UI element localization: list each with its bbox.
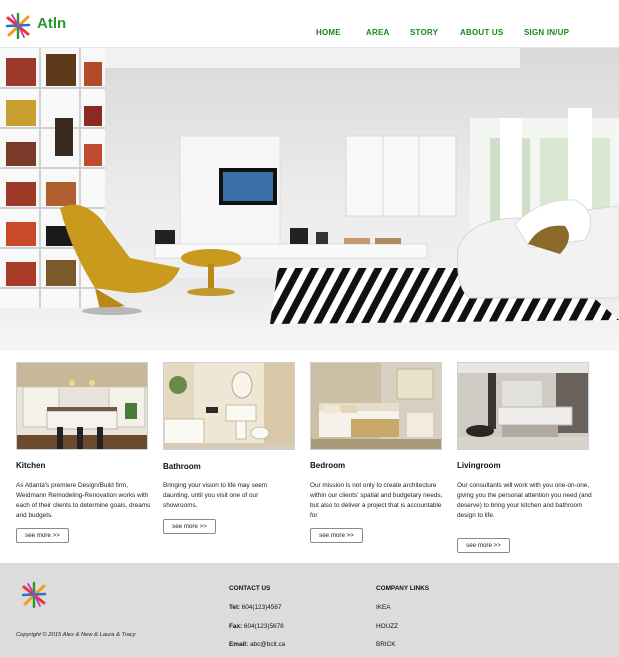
kitchen-see-more-button[interactable]: see more >> [16, 528, 69, 543]
bathroom-illustration [164, 363, 294, 449]
kitchen-illustration [17, 363, 147, 449]
nav-about-us[interactable]: ABOUT US [460, 28, 503, 37]
contact-email: Email: abc@bcit.ca [229, 641, 285, 648]
site-footer: Copyright © 2015 Alex & New & Laura & Tr… [0, 563, 619, 657]
tel-label: Tel: [229, 604, 240, 611]
email-value[interactable]: abc@bcit.ca [250, 641, 285, 648]
link-ikea[interactable]: IKEA [376, 604, 391, 611]
email-label: Email: [229, 641, 249, 648]
bedroom-see-more-button[interactable]: see more >> [310, 528, 363, 543]
livingroom-illustration [458, 363, 588, 449]
bathroom-image[interactable] [163, 362, 295, 450]
bathroom-title: Bathroom [163, 462, 201, 471]
kitchen-title: Kitchen [16, 461, 46, 470]
company-links-heading: COMPANY LINKS [376, 585, 430, 592]
link-houzz[interactable]: HOUZZ [376, 623, 398, 630]
bedroom-description: Our mission is not only to create archit… [310, 482, 443, 519]
logo-text[interactable]: Atln [37, 15, 66, 32]
bedroom-illustration [311, 363, 441, 449]
fax-value: 604(123)5678 [243, 623, 284, 630]
link-brick[interactable]: BRICK [376, 641, 396, 648]
footer-logo-icon [21, 581, 47, 609]
livingroom-see-more-button[interactable]: see more >> [457, 538, 510, 553]
livingroom-description: Our consultants will work with you one-o… [457, 482, 592, 519]
livingroom-image[interactable] [457, 362, 589, 450]
nav-sign-in-up[interactable]: SIGN IN/UP [524, 28, 569, 37]
bathroom-description: Bringing your vision to life may seem da… [163, 482, 268, 509]
kitchen-description: As Atlanta's premiere Design/Build firm,… [16, 482, 151, 519]
nav-area[interactable]: AREA [366, 28, 389, 37]
contact-tel: Tel: 604(123)4567 [229, 604, 281, 611]
kitchen-image[interactable] [16, 362, 148, 450]
hero-image [0, 48, 619, 351]
bathroom-see-more-button[interactable]: see more >> [163, 519, 216, 534]
bedroom-image[interactable] [310, 362, 442, 450]
contact-heading: CONTACT US [229, 585, 271, 592]
contact-fax: Fax: 604(123)5678 [229, 623, 284, 630]
logo-icon[interactable] [4, 12, 32, 40]
nav-story[interactable]: STORY [410, 28, 438, 37]
nav-home[interactable]: HOME [316, 28, 341, 37]
tel-value: 604(123)4567 [241, 604, 282, 611]
hero-living-room-illustration [0, 48, 619, 351]
site-header: Atln HOME AREA STORY ABOUT US SIGN IN/UP [0, 0, 619, 48]
bedroom-title: Bedroom [310, 461, 346, 470]
livingroom-title: Livingroom [457, 461, 501, 470]
copyright-text: Copyright © 2015 Alex & New & Laura & Tr… [16, 632, 136, 638]
fax-label: Fax: [229, 623, 243, 630]
